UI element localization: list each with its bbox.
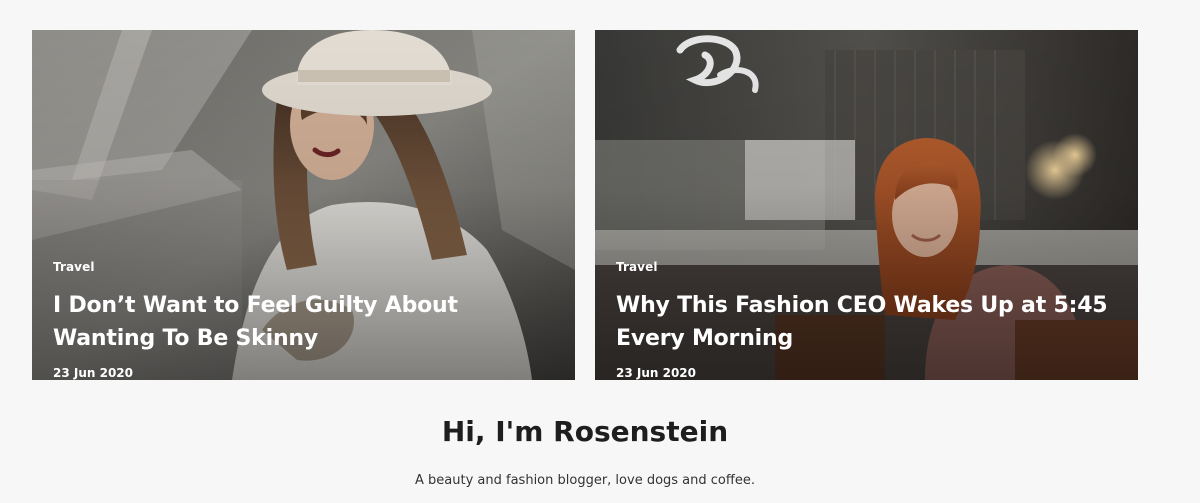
- author-intro: Hi, I'm Rosenstein A beauty and fashion …: [0, 412, 1170, 490]
- post-category-link[interactable]: Travel: [53, 260, 95, 274]
- featured-posts: Travel I Don’t Want to Feel Guilty About…: [32, 30, 1138, 380]
- author-bio: A beauty and fashion blogger, love dogs …: [415, 473, 755, 488]
- post-date: 23 Jun 2020: [616, 366, 697, 380]
- page: Travel I Don’t Want to Feel Guilty About…: [0, 0, 1200, 503]
- post-meta: Travel I Don’t Want to Feel Guilty About…: [53, 256, 545, 380]
- post-card-2[interactable]: Travel Why This Fashion CEO Wakes Up at …: [595, 30, 1138, 380]
- post-title[interactable]: I Don’t Want to Feel Guilty About Wantin…: [53, 289, 545, 355]
- post-card-1[interactable]: Travel I Don’t Want to Feel Guilty About…: [32, 30, 575, 380]
- author-heading: Hi, I'm Rosenstein: [441, 415, 729, 448]
- post-category-link[interactable]: Travel: [616, 260, 658, 274]
- post-date: 23 Jun 2020: [53, 366, 134, 380]
- post-title[interactable]: Why This Fashion CEO Wakes Up at 5:45 Ev…: [616, 289, 1108, 355]
- post-meta: Travel Why This Fashion CEO Wakes Up at …: [616, 256, 1108, 380]
